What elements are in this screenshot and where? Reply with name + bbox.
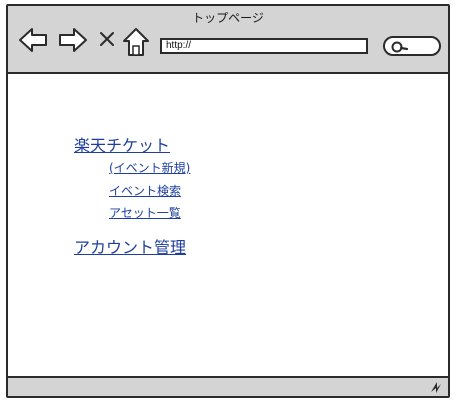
- search-icon: [391, 41, 409, 53]
- status-bar: [8, 376, 448, 396]
- search-button[interactable]: [383, 36, 441, 56]
- forward-arrow-icon[interactable]: [58, 26, 88, 54]
- page-content: 楽天チケット (イベント新規) イベント検索 アセット一覧 アカウント管理: [8, 74, 448, 378]
- back-arrow-icon[interactable]: [18, 26, 48, 54]
- link-event-new[interactable]: (イベント新規): [109, 159, 190, 176]
- link-event-search[interactable]: イベント検索: [109, 182, 181, 199]
- close-x-icon[interactable]: [99, 31, 115, 47]
- browser-toolbar: トップページ http://: [8, 6, 448, 74]
- browser-window: トップページ http:// 楽天チケット (イベント新規) イベント検索 アセ…: [6, 4, 450, 398]
- home-icon[interactable]: [122, 27, 150, 57]
- link-asset-list[interactable]: アセット一覧: [109, 204, 181, 221]
- window-title: トップページ: [192, 11, 264, 25]
- url-input[interactable]: http://: [160, 38, 368, 54]
- link-rakuten-ticket[interactable]: 楽天チケット: [74, 132, 170, 156]
- resize-grip-icon[interactable]: [428, 379, 444, 399]
- link-account-management[interactable]: アカウント管理: [74, 234, 186, 258]
